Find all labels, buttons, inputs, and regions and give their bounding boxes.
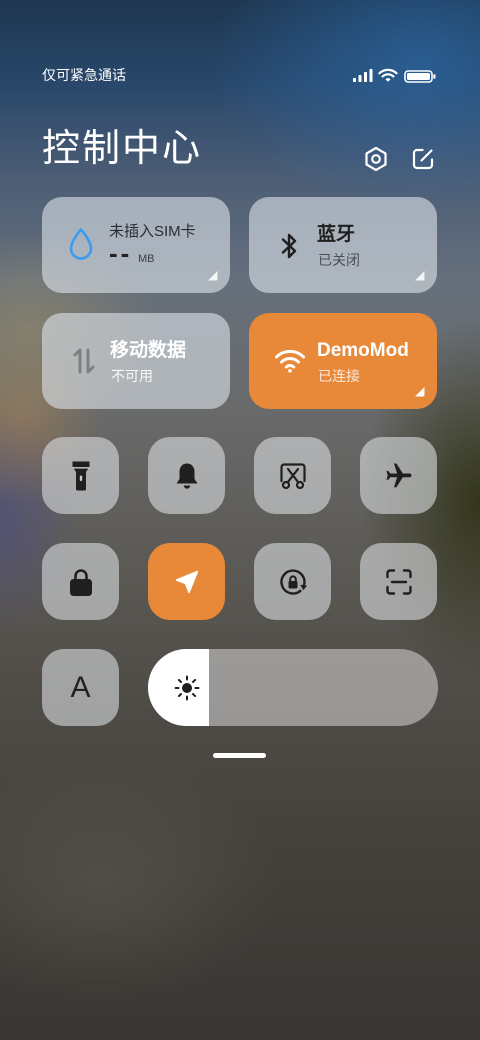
sun-icon xyxy=(174,675,200,700)
rotation-lock-icon xyxy=(279,568,307,595)
settings-button[interactable] xyxy=(363,146,389,172)
bluetooth-icon xyxy=(281,233,297,259)
screenshot-toggle[interactable] xyxy=(254,437,331,514)
bell-icon xyxy=(176,463,197,489)
rotation-lock-toggle[interactable] xyxy=(254,543,331,620)
mute-toggle[interactable] xyxy=(148,437,225,514)
battery-icon xyxy=(404,70,436,83)
brightness-slider[interactable] xyxy=(148,649,438,726)
airplane-icon xyxy=(386,463,411,487)
wifi-status: 已连接 xyxy=(318,368,360,384)
font-size-button[interactable]: A xyxy=(42,649,119,726)
data-usage-unit: MB xyxy=(138,253,155,265)
scan-toggle[interactable] xyxy=(360,543,437,620)
lock-screen-toggle[interactable] xyxy=(42,543,119,620)
expand-corner-icon xyxy=(415,387,425,397)
expand-corner-icon xyxy=(415,271,425,281)
water-drop-icon xyxy=(69,228,93,260)
screenshot-icon xyxy=(279,462,306,489)
edit-button[interactable] xyxy=(411,147,435,171)
wifi-network-name: DemoMod xyxy=(317,340,409,361)
mobile-data-status: 不可用 xyxy=(111,368,153,384)
airplane-mode-toggle[interactable] xyxy=(360,437,437,514)
location-toggle[interactable] xyxy=(148,543,225,620)
scan-icon xyxy=(385,568,412,595)
flashlight-toggle[interactable] xyxy=(42,437,119,514)
wifi-icon xyxy=(275,349,305,373)
sim-data-card[interactable]: 未插入SIM卡 -- MB xyxy=(42,197,230,293)
lock-icon xyxy=(69,568,92,596)
bluetooth-label: 蓝牙 xyxy=(317,224,356,245)
wifi-card[interactable]: DemoMod 已连接 xyxy=(249,313,437,409)
expand-corner-icon xyxy=(208,271,218,281)
signal-icon xyxy=(353,69,373,82)
edit-icon xyxy=(412,148,434,170)
font-size-label: A xyxy=(70,670,91,704)
data-usage-value: -- xyxy=(109,238,133,268)
mobile-data-label: 移动数据 xyxy=(110,340,187,361)
flashlight-icon xyxy=(72,461,89,490)
bluetooth-status: 已关闭 xyxy=(318,252,360,268)
page-title: 控制中心 xyxy=(42,128,203,170)
bluetooth-card[interactable]: 蓝牙 已关闭 xyxy=(249,197,437,293)
location-icon xyxy=(175,570,198,593)
home-indicator[interactable] xyxy=(213,753,266,758)
data-arrows-icon xyxy=(73,348,95,374)
settings-icon xyxy=(365,146,387,172)
wifi-icon xyxy=(378,68,398,82)
status-carrier-text: 仅可紧急通话 xyxy=(42,67,126,83)
mobile-data-card[interactable]: 移动数据 不可用 xyxy=(42,313,230,409)
